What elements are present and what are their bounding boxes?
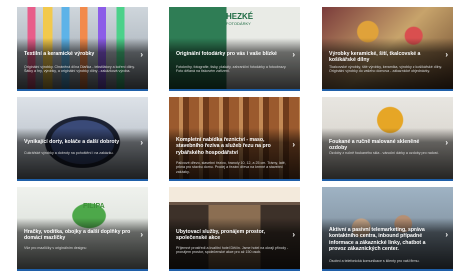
card-description: Vše pro mazlíčky v originálním designu xyxy=(24,246,87,250)
card-description: Fotokníhy, fotografie, tisky, plakáty, z… xyxy=(176,65,287,74)
product-card-cakes[interactable]: Vynikající dorty, koláče a další dobroty… xyxy=(17,97,148,181)
card-description: Palivové dřevo, stavební řezivo, hranoly… xyxy=(176,161,286,174)
product-card-textile-ceramics[interactable]: Textilní a keramické výrobky Originální … xyxy=(17,7,148,91)
card-description: Cukrářské výrobky a dobroty na pohoštění… xyxy=(24,151,114,155)
card-title: Originální fotodárky pro vás i vaše blíz… xyxy=(176,51,277,57)
card-title: Foukané a ručně malované skleněné ozdoby xyxy=(329,139,420,152)
chevron-right-icon: › xyxy=(140,230,143,239)
product-card-timber[interactable]: Kompletní nabídka řeznictví - maso, stav… xyxy=(169,97,300,181)
chevron-right-icon: › xyxy=(292,230,295,239)
chevron-right-icon: › xyxy=(445,138,448,147)
product-card-photo-gifts[interactable]: HEZKÉ FOTODÁRKY Originální fotodárky pro… xyxy=(169,7,300,91)
chevron-right-icon: › xyxy=(292,140,295,149)
card-title: Ubytovací služby, pronájem prostor, spol… xyxy=(176,229,265,242)
chevron-right-icon: › xyxy=(445,50,448,59)
chevron-right-icon: › xyxy=(292,50,295,59)
product-card-accommodation[interactable]: Ubytovací služby, pronájem prostor, spol… xyxy=(169,187,300,271)
card-title: Kompletní nabídka řeznictví - maso, stav… xyxy=(176,137,271,156)
chevron-right-icon: › xyxy=(445,230,448,239)
product-card-workshop-products[interactable]: Výrobky keramické, šití, tkalcovské a ko… xyxy=(322,7,453,91)
product-card-pet-accessories[interactable]: FILIPA Hračky, vodítka, obojky a další d… xyxy=(17,187,148,271)
card-title: Výrobky keramické, šití, tkalcovské a ko… xyxy=(329,51,421,64)
card-title: Vynikající dorty, koláče a další dobroty xyxy=(24,139,120,145)
card-title: Hračky, vodítka, obojky a další doplňky … xyxy=(24,229,131,242)
card-description: Ozdoby z ručně foukaného skla - vánoční … xyxy=(329,151,439,155)
chevron-right-icon: › xyxy=(140,50,143,59)
card-description: Příjemné prostředí a kvalitní hotel Děčí… xyxy=(176,246,289,255)
card-description: Osobní a telefonická komunikace s klient… xyxy=(329,259,420,263)
card-title: Textilní a keramické výrobky xyxy=(24,51,95,57)
card-title: Aktivní a pasivní telemarketing, správa … xyxy=(329,227,426,252)
product-card-glass-ornaments[interactable]: Foukané a ručně malované skleněné ozdoby… xyxy=(322,97,453,181)
product-card-telemarketing[interactable]: Aktivní a pasivní telemarketing, správa … xyxy=(322,187,453,271)
chevron-right-icon: › xyxy=(140,138,143,147)
card-description: Originální výrobky. Chráněná dílna Dlaňk… xyxy=(24,65,135,74)
filipa-logo: FILIPA xyxy=(83,203,105,210)
card-description: Tkalcovské výrobky, šité výrobky, kerami… xyxy=(329,65,443,74)
hezke-fotodarky-logo: HEZKÉ FOTODÁRKY xyxy=(226,12,254,27)
